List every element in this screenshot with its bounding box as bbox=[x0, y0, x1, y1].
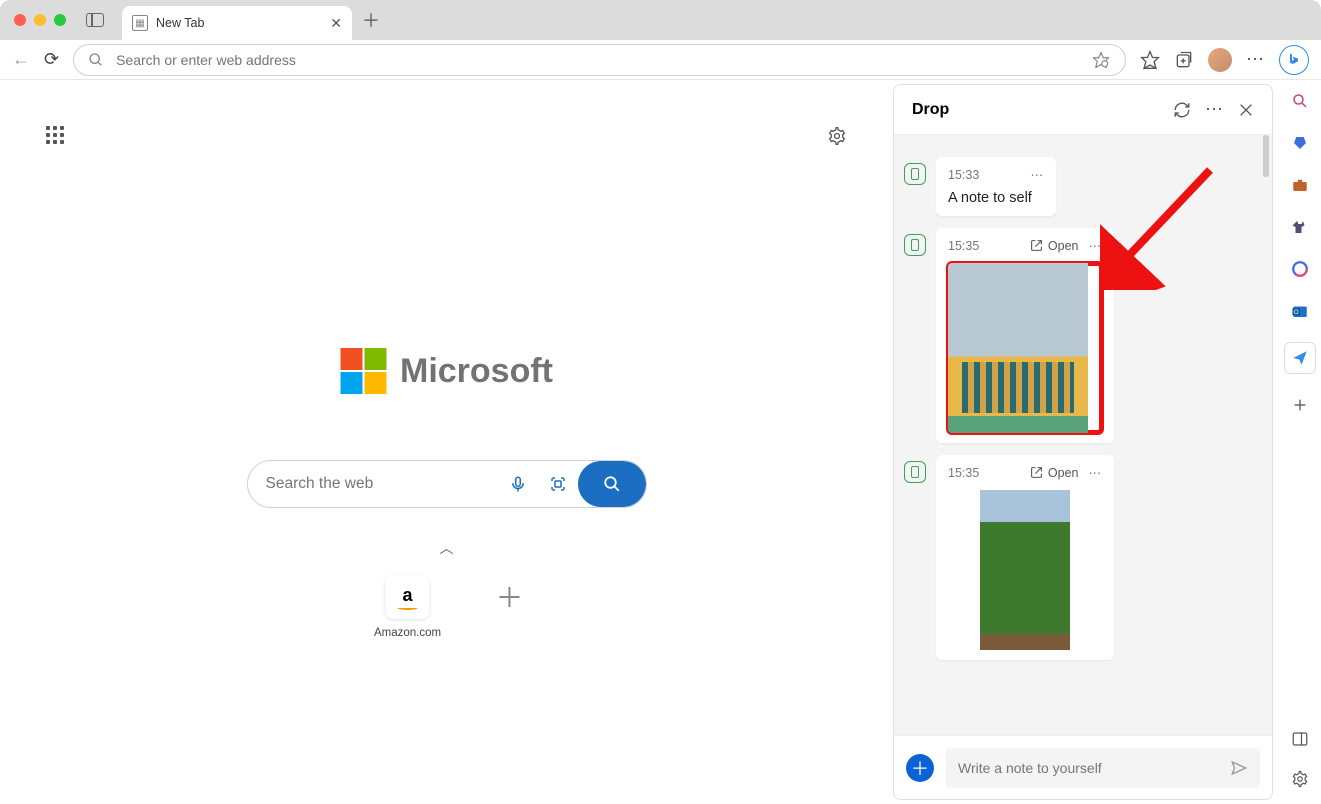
page-settings-icon[interactable] bbox=[827, 126, 847, 146]
attachment-image[interactable] bbox=[948, 490, 1102, 650]
reload-button[interactable]: ⟳ bbox=[44, 49, 59, 70]
favorites-icon[interactable] bbox=[1140, 50, 1160, 70]
microsoft-wordmark: Microsoft bbox=[400, 352, 553, 391]
message-more-icon[interactable]: ⋯ bbox=[1031, 167, 1045, 182]
message-more-icon[interactable]: ⋯ bbox=[1089, 238, 1103, 253]
new-tab-button[interactable]: ＋ bbox=[362, 7, 380, 33]
close-window-icon[interactable] bbox=[14, 14, 26, 26]
microsoft-logo-icon bbox=[340, 348, 386, 394]
image-search-icon[interactable] bbox=[538, 475, 578, 493]
scrollbar-thumb[interactable] bbox=[1263, 135, 1269, 177]
new-tab-page: Microsoft ︿ a Amazon.com bbox=[0, 80, 893, 804]
message-time: 15:33 bbox=[948, 168, 979, 182]
browser-tab[interactable]: ▦ New Tab ✕ bbox=[122, 6, 352, 40]
drop-header: Drop ⋯ bbox=[894, 85, 1272, 135]
message-time: 15:35 bbox=[948, 466, 979, 480]
device-phone-icon bbox=[904, 461, 926, 483]
sync-icon[interactable] bbox=[1173, 101, 1191, 119]
address-input[interactable] bbox=[116, 52, 1079, 68]
add-attachment-button[interactable]: ＋ bbox=[906, 754, 934, 782]
message-bubble[interactable]: 15:35 Open ⋯ bbox=[936, 228, 1114, 443]
drop-title: Drop bbox=[912, 101, 1159, 119]
voice-search-icon[interactable] bbox=[498, 475, 538, 493]
quick-links: a Amazon.com bbox=[374, 575, 519, 639]
open-attachment-button[interactable]: Open bbox=[1030, 466, 1079, 480]
drop-more-icon[interactable]: ⋯ bbox=[1205, 99, 1224, 120]
message-bubble[interactable]: 15:35 Open ⋯ bbox=[936, 455, 1114, 660]
drop-message: 15:35 Open ⋯ bbox=[904, 228, 1262, 443]
send-icon[interactable] bbox=[1230, 759, 1248, 777]
address-bar[interactable] bbox=[73, 44, 1126, 76]
drop-message: 15:35 Open ⋯ bbox=[904, 455, 1262, 660]
open-attachment-button[interactable]: Open bbox=[1030, 239, 1079, 253]
web-search-input[interactable] bbox=[248, 475, 498, 493]
sidebar-toggle-icon[interactable] bbox=[86, 13, 104, 27]
search-icon bbox=[88, 52, 104, 68]
attachment-image-highlighted[interactable] bbox=[948, 263, 1102, 433]
search-button[interactable] bbox=[578, 461, 646, 507]
quicklink-label: Amazon.com bbox=[374, 627, 441, 639]
bing-chat-icon[interactable] bbox=[1279, 45, 1309, 75]
edge-sidebar: O bbox=[1279, 80, 1321, 804]
collections-icon[interactable] bbox=[1174, 50, 1194, 70]
sidebar-games-icon[interactable] bbox=[1289, 216, 1311, 238]
sidebar-search-icon[interactable] bbox=[1289, 90, 1311, 112]
drop-message: 15:33 ⋯ A note to self bbox=[904, 157, 1262, 216]
collapse-quicklinks-icon[interactable]: ︿ bbox=[440, 538, 454, 558]
sidebar-collapse-icon[interactable] bbox=[1289, 728, 1311, 750]
sidebar-tools-icon[interactable] bbox=[1289, 174, 1311, 196]
tab-title: New Tab bbox=[156, 16, 322, 30]
drop-message-list[interactable]: 15:33 ⋯ A note to self 15:35 Open bbox=[894, 135, 1272, 735]
web-search-box[interactable] bbox=[247, 460, 647, 508]
tab-favicon: ▦ bbox=[132, 15, 148, 31]
sidebar-outlook-icon[interactable]: O bbox=[1289, 300, 1311, 322]
add-quicklink-button[interactable] bbox=[499, 575, 519, 607]
window-titlebar: ▦ New Tab ✕ ＋ bbox=[0, 0, 1321, 40]
microsoft-logo: Microsoft bbox=[340, 348, 553, 394]
sidebar-settings-icon[interactable] bbox=[1289, 768, 1311, 790]
message-more-icon[interactable]: ⋯ bbox=[1089, 465, 1103, 480]
sidebar-add-icon[interactable] bbox=[1289, 394, 1311, 416]
profile-avatar[interactable] bbox=[1208, 48, 1232, 72]
read-aloud-icon[interactable] bbox=[1091, 50, 1111, 70]
sidebar-drop-icon[interactable] bbox=[1284, 342, 1316, 374]
svg-text:O: O bbox=[1294, 310, 1299, 316]
amazon-icon: a bbox=[385, 575, 429, 619]
compose-input[interactable] bbox=[958, 760, 1230, 776]
close-tab-icon[interactable]: ✕ bbox=[330, 15, 342, 32]
maximize-window-icon[interactable] bbox=[54, 14, 66, 26]
minimize-window-icon[interactable] bbox=[34, 14, 46, 26]
device-phone-icon bbox=[904, 234, 926, 256]
back-button[interactable]: ← bbox=[12, 49, 30, 70]
drop-composer: ＋ bbox=[894, 735, 1272, 799]
close-panel-icon[interactable] bbox=[1238, 102, 1254, 118]
sidebar-office-icon[interactable] bbox=[1289, 258, 1311, 280]
quicklink-amazon[interactable]: a Amazon.com bbox=[374, 575, 441, 639]
app-launcher-icon[interactable] bbox=[46, 126, 64, 144]
plus-icon bbox=[499, 587, 519, 607]
device-phone-icon bbox=[904, 163, 926, 185]
drop-panel: Drop ⋯ 15:33 ⋯ A note to self bbox=[893, 84, 1273, 800]
message-bubble[interactable]: 15:33 ⋯ A note to self bbox=[936, 157, 1056, 216]
traffic-lights[interactable] bbox=[14, 14, 66, 26]
browser-toolbar: ← ⟳ ⋯ bbox=[0, 40, 1321, 80]
message-text: A note to self bbox=[948, 190, 1044, 206]
sidebar-shopping-icon[interactable] bbox=[1289, 132, 1311, 154]
compose-box[interactable] bbox=[946, 748, 1260, 788]
message-time: 15:35 bbox=[948, 239, 979, 253]
more-menu-icon[interactable]: ⋯ bbox=[1246, 49, 1265, 70]
